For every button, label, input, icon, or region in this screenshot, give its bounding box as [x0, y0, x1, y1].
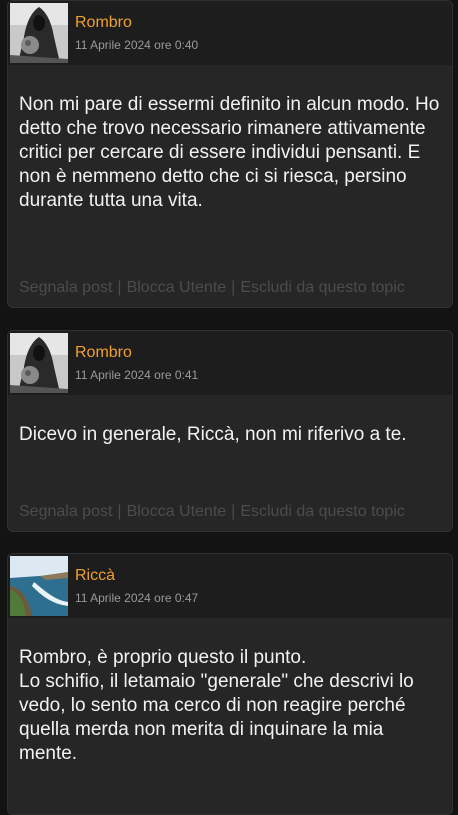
action-separator: |: [117, 503, 122, 520]
post-author-link[interactable]: Rombro: [75, 14, 132, 32]
forum-post: Rombro 11 Aprile 2024 ore 0:41 Dicevo in…: [7, 330, 453, 532]
post-body-text: Rombro, è proprio questo il punto. Lo sc…: [19, 647, 414, 764]
post-author-link[interactable]: Riccà: [75, 567, 115, 585]
block-user-link[interactable]: Blocca Utente: [127, 503, 227, 520]
post-author-link[interactable]: Rombro: [75, 344, 132, 362]
hooded-figure-avatar-icon[interactable]: [10, 3, 68, 63]
action-separator: |: [231, 279, 236, 296]
post-body-text: Dicevo in generale, Riccà, non mi riferi…: [19, 424, 407, 445]
post-timestamp: 11 Aprile 2024 ore 0:47: [75, 591, 199, 605]
report-post-link[interactable]: Segnala post: [19, 503, 112, 520]
exclude-from-topic-link[interactable]: Escludi da questo topic: [240, 503, 405, 520]
forum-post: Riccà 11 Aprile 2024 ore 0:47 Rombro, è …: [7, 553, 453, 815]
post-timestamp: 11 Aprile 2024 ore 0:41: [75, 368, 199, 382]
report-post-link[interactable]: Segnala post: [19, 279, 112, 296]
coastline-avatar-icon[interactable]: [10, 556, 68, 616]
post-header: Rombro 11 Aprile 2024 ore 0:40: [8, 1, 452, 65]
post-header: Riccà 11 Aprile 2024 ore 0:47: [8, 554, 452, 618]
action-separator: |: [117, 279, 122, 296]
hooded-figure-avatar-icon[interactable]: [10, 333, 68, 393]
post-body-text: Non mi pare di essermi definito in alcun…: [19, 94, 440, 211]
block-user-link[interactable]: Blocca Utente: [127, 279, 227, 296]
forum-post: Rombro 11 Aprile 2024 ore 0:40 Non mi pa…: [7, 0, 453, 308]
post-header: Rombro 11 Aprile 2024 ore 0:41: [8, 331, 452, 395]
post-timestamp: 11 Aprile 2024 ore 0:40: [75, 38, 199, 52]
post-actions: Segnala post | Blocca Utente | Escludi da qu…: [19, 279, 405, 297]
post-actions: Segnala post | Blocca Utente | Escludi da qu…: [19, 503, 405, 521]
action-separator: |: [231, 503, 236, 520]
exclude-from-topic-link[interactable]: Escludi da questo topic: [240, 279, 405, 296]
